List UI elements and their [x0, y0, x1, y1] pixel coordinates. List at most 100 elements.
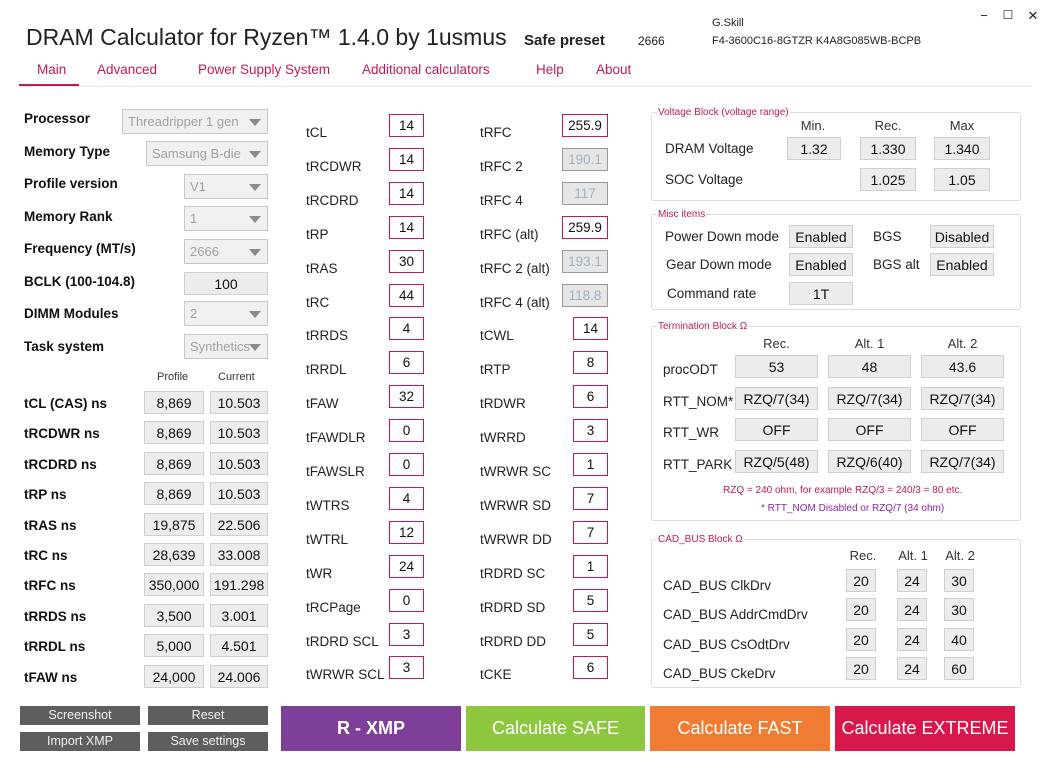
calculate-extreme-button[interactable]: Calculate EXTREME	[835, 706, 1015, 751]
memory-rank-select[interactable]: 1	[184, 206, 268, 231]
voltage-max-header: Max	[949, 118, 975, 133]
dram-voltage-max: 1.340	[934, 137, 990, 160]
timing-input[interactable]: 6	[573, 656, 608, 680]
timing-input[interactable]: 259.9	[562, 215, 608, 239]
timing-input[interactable]: 0	[389, 453, 424, 476]
misc-block-title: Misc items	[657, 209, 707, 220]
calculate-fast-button[interactable]: Calculate FAST	[650, 706, 830, 751]
timing-input[interactable]: 14	[573, 317, 608, 341]
timing-input[interactable]: 193.1	[562, 249, 608, 273]
timing-input[interactable]: 14	[389, 147, 424, 171]
preset-value: 2666	[638, 34, 665, 48]
timing-input[interactable]: 14	[389, 114, 424, 137]
timing-input[interactable]: 0	[389, 588, 424, 612]
timing-input[interactable]: 7	[573, 486, 608, 510]
timing-input[interactable]: 5	[573, 588, 608, 612]
bclk-input[interactable]: 100	[184, 272, 268, 295]
timing-label: tRCDRD	[306, 192, 359, 208]
dimm-modules-value: 2	[190, 306, 198, 321]
timing-input[interactable]: 8	[573, 351, 608, 375]
termination-value: RZQ/7(34)	[828, 387, 911, 410]
timing-input[interactable]: 44	[389, 283, 424, 307]
timing-label: tRC	[306, 294, 330, 310]
profile-version-select[interactable]: V1	[184, 174, 268, 199]
timing-label: tWRWR SC	[480, 464, 551, 479]
voltage-rec-header: Rec.	[874, 118, 902, 133]
ns-current-value: 4.501	[210, 634, 268, 658]
app-title: DRAM Calculator for Ryzen™ 1.4.0 by 1usm…	[26, 24, 507, 50]
termination-value: 48	[828, 355, 911, 378]
timing-input[interactable]: 14	[389, 215, 424, 239]
timing-input[interactable]: 32	[389, 385, 424, 409]
maximize-button[interactable]: ☐	[999, 8, 1017, 22]
termination-value: OFF	[735, 418, 818, 441]
frequency-select[interactable]: 2666	[184, 239, 268, 264]
cadbus-value: 24	[897, 569, 927, 592]
tab-about[interactable]: About	[596, 62, 631, 77]
reset-button[interactable]: Reset	[148, 706, 268, 725]
import-xmp-button[interactable]: Import XMP	[20, 732, 140, 751]
minimize-button[interactable]: −	[975, 8, 993, 23]
timing-input[interactable]: 3	[573, 419, 608, 443]
ns-row-label: tRC ns	[24, 548, 68, 563]
cadbus-alt2-header: Alt. 2	[945, 548, 975, 563]
tab-advanced[interactable]: Advanced	[97, 62, 157, 77]
frequency-value: 2666	[190, 244, 219, 259]
close-button[interactable]: ✕	[1024, 8, 1042, 24]
processor-select[interactable]: Threadripper 1 gen	[122, 109, 268, 134]
timing-input[interactable]: 255.9	[562, 114, 608, 137]
memory-type-value: Samsung B-die	[152, 146, 241, 161]
termination-value: OFF	[828, 418, 911, 441]
ns-profile-value: 8,869	[144, 451, 204, 475]
timing-input[interactable]: 0	[389, 419, 424, 443]
processor-value: Threadripper 1 gen	[128, 114, 239, 129]
task-system-select[interactable]: Synthetics	[184, 334, 268, 359]
calculate-safe-button[interactable]: Calculate SAFE	[466, 706, 645, 751]
save-settings-button[interactable]: Save settings	[148, 732, 268, 751]
timing-input[interactable]: 118.8	[562, 283, 608, 307]
ns-profile-value: 3,500	[144, 603, 204, 627]
timing-input[interactable]: 4	[389, 486, 424, 510]
tab-additional-calculators[interactable]: Additional calculators	[362, 62, 490, 77]
ns-profile-value: 8,869	[144, 482, 204, 506]
timing-input[interactable]: 30	[389, 249, 424, 273]
ns-current-value: 10.503	[210, 391, 268, 414]
timing-input[interactable]: 117	[562, 181, 608, 205]
termination-value: 43.6	[921, 355, 1004, 378]
timing-input[interactable]: 6	[389, 351, 424, 375]
timing-label: tRRDL	[306, 362, 347, 378]
ns-profile-value: 5,000	[144, 634, 204, 658]
tab-power-supply-system[interactable]: Power Supply System	[198, 62, 330, 77]
timing-input[interactable]: 7	[573, 520, 608, 544]
timing-label: tRFC 2 (alt)	[480, 260, 550, 276]
soc-voltage-max: 1.05	[934, 168, 990, 191]
timing-input[interactable]: 5	[573, 622, 608, 646]
timing-label: tWRWR SCL	[306, 667, 385, 683]
dram-voltage-label: DRAM Voltage	[665, 141, 754, 156]
timing-input[interactable]: 12	[389, 520, 424, 544]
dimm-modules-label: DIMM Modules	[24, 306, 119, 321]
memory-type-select[interactable]: Samsung B-die	[146, 141, 268, 166]
timing-input[interactable]: 1	[573, 453, 608, 476]
bgs-value: Disabled	[930, 225, 994, 248]
memory-type-label: Memory Type	[24, 144, 111, 159]
timing-label: tFAW	[306, 396, 339, 412]
timing-input[interactable]: 24	[389, 554, 424, 578]
timing-input[interactable]: 3	[389, 622, 424, 646]
memory-vendor: G.Skill	[712, 17, 744, 29]
timing-input[interactable]: 4	[389, 317, 424, 341]
tab-main[interactable]: Main	[37, 62, 66, 77]
gear-down-value: Enabled	[789, 253, 853, 276]
timing-input[interactable]: 190.1	[562, 147, 608, 171]
timing-input[interactable]: 3	[389, 656, 424, 680]
timing-input[interactable]: 14	[389, 181, 424, 205]
bgs-alt-value: Enabled	[930, 253, 994, 276]
cadbus-row-label: CAD_BUS ClkDrv	[663, 578, 772, 593]
screenshot-button[interactable]: Screenshot	[20, 706, 140, 725]
processor-label: Processor	[24, 111, 91, 126]
tab-help[interactable]: Help	[536, 62, 564, 77]
dimm-modules-select[interactable]: 2	[184, 301, 268, 326]
r-xmp-button[interactable]: R - XMP	[281, 706, 461, 751]
timing-input[interactable]: 6	[573, 385, 608, 409]
timing-input[interactable]: 1	[573, 554, 608, 578]
